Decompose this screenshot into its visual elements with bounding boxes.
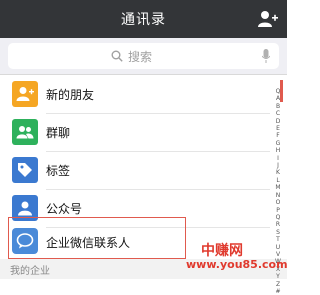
index-letter[interactable]: E — [271, 125, 285, 132]
index-letter[interactable]: K — [271, 169, 285, 176]
index-letter[interactable]: M — [271, 184, 285, 191]
add-user-icon[interactable] — [258, 10, 278, 28]
contact-entry-new-friends[interactable]: 新的朋友 — [0, 75, 270, 113]
index-letter[interactable]: C — [271, 110, 285, 117]
index-letter[interactable]: H — [271, 147, 285, 154]
index-letter[interactable]: B — [271, 103, 285, 110]
row-label: 公众号 — [46, 202, 83, 216]
contact-entry-group-chats[interactable]: 群聊 — [0, 113, 270, 151]
tag-icon — [12, 157, 38, 183]
highlight-box — [8, 217, 186, 259]
watermark-logo: 中赚网 — [201, 243, 243, 259]
index-letter[interactable]: Z — [271, 281, 285, 288]
index-letter[interactable]: A — [271, 95, 285, 102]
row-label: 群聊 — [46, 126, 71, 140]
index-letter[interactable]: Y — [271, 273, 285, 280]
index-letter[interactable]: I — [271, 155, 285, 162]
page-title: 通讯录 — [121, 12, 166, 28]
index-letter[interactable]: J — [271, 162, 285, 169]
index-letter[interactable]: G — [271, 140, 285, 147]
index-letter[interactable]: U — [271, 244, 285, 251]
watermark-url: www.you85.com — [186, 258, 288, 271]
index-letter[interactable]: N — [271, 192, 285, 199]
search-placeholder: 搜索 — [128, 50, 153, 64]
index-letter[interactable]: O — [271, 199, 285, 206]
search-icon — [111, 50, 123, 62]
search-bar: 搜索 — [0, 38, 287, 74]
index-letter[interactable]: F — [271, 132, 285, 139]
index-letter[interactable]: L — [271, 177, 285, 184]
group-chat-icon — [12, 119, 38, 145]
nav-bar: 通讯录 — [0, 0, 287, 38]
index-letter[interactable]: Q — [271, 214, 285, 221]
row-label: 标签 — [46, 164, 71, 178]
index-letter[interactable]: S — [271, 229, 285, 236]
index-letter[interactable]: T — [271, 236, 285, 243]
index-letter[interactable]: Q — [271, 88, 285, 95]
row-label: 新的朋友 — [46, 88, 95, 102]
index-letter[interactable]: # — [271, 288, 285, 295]
section-label: 我的企业 — [10, 266, 50, 277]
new-friend-icon — [12, 81, 38, 107]
microphone-icon[interactable] — [262, 49, 270, 63]
index-letter[interactable]: P — [271, 207, 285, 214]
search-input[interactable]: 搜索 — [8, 43, 279, 69]
contact-entry-tags[interactable]: 标签 — [0, 151, 270, 189]
index-letter[interactable]: R — [271, 221, 285, 228]
index-letter[interactable]: D — [271, 118, 285, 125]
